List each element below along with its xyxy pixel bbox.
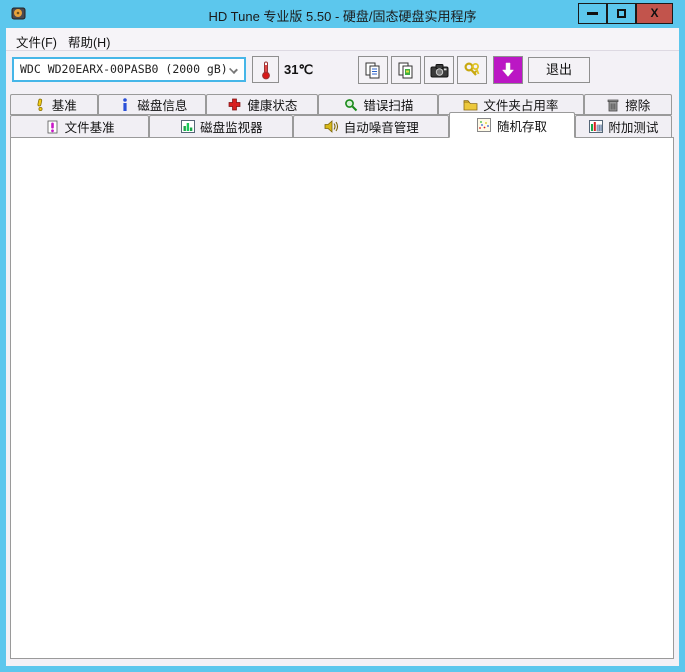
tab-label: 自动噪音管理: [343, 121, 419, 135]
update-button[interactable]: [493, 56, 523, 84]
tab-label: 文件基准: [64, 121, 115, 135]
screenshot-button[interactable]: [424, 56, 454, 84]
tab-health[interactable]: 健康状态: [206, 94, 319, 115]
extra-tests-icon: [588, 120, 603, 134]
disk-monitor-icon: [180, 120, 195, 134]
copy-image-icon: [398, 62, 413, 79]
tab-row-2: 文件基准 磁盘监视器 自动噪音管理 随机存取 附加测试: [10, 112, 672, 138]
tab-file-benchmark[interactable]: 文件基准: [10, 115, 150, 138]
menu-bar: 文件(F) 帮助(H): [6, 28, 679, 51]
tab-label: 磁盘信息: [137, 99, 188, 113]
drive-select-value: WDC WD20EARX-00PASB0 (2000 gB): [20, 62, 228, 76]
exit-button[interactable]: 退出: [528, 57, 590, 83]
random-access-panel: [10, 137, 674, 659]
camera-icon: [430, 63, 448, 77]
down-arrow-icon: [501, 62, 515, 77]
benchmark-icon: [32, 98, 47, 112]
file-benchmark-icon: [45, 120, 60, 134]
drive-select[interactable]: WDC WD20EARX-00PASB0 (2000 gB): [12, 57, 246, 82]
tab-label: 擦除: [625, 99, 651, 113]
menu-file[interactable]: 文件(F): [16, 32, 57, 51]
minimize-icon: [587, 12, 598, 16]
tab-label: 基准: [51, 99, 77, 113]
tab-aam[interactable]: 自动噪音管理: [293, 115, 450, 138]
maximize-icon: [617, 9, 626, 19]
tab-disk-monitor[interactable]: 磁盘监视器: [149, 115, 294, 138]
random-access-icon: [477, 118, 492, 132]
tab-disk-info[interactable]: 磁盘信息: [98, 94, 207, 115]
app-window: HD Tune 专业版 5.50 - 硬盘/固态硬盘实用程序 X 文件(F) 帮…: [0, 0, 685, 672]
menu-help[interactable]: 帮助(H): [68, 32, 110, 51]
tab-label: 错误扫描: [363, 99, 414, 113]
tab-benchmark[interactable]: 基准: [10, 94, 99, 115]
temperature-button[interactable]: [252, 56, 279, 83]
copy-text-icon: [365, 62, 380, 79]
health-cross-icon: [227, 98, 242, 112]
copy-text-button[interactable]: [358, 56, 388, 84]
folder-icon: [463, 98, 478, 112]
tab-random-access[interactable]: 随机存取: [449, 112, 575, 138]
tab-extra-tests[interactable]: 附加测试: [574, 115, 672, 138]
tab-label: 附加测试: [608, 121, 659, 135]
magnifier-icon: [343, 98, 358, 112]
tab-label: 健康状态: [247, 99, 298, 113]
title-bar[interactable]: HD Tune 专业版 5.50 - 硬盘/固态硬盘实用程序 X: [0, 0, 685, 28]
tab-label: 磁盘监视器: [200, 121, 263, 135]
keys-icon: [464, 62, 480, 76]
info-icon: [117, 98, 132, 112]
thermometer-icon: [261, 61, 270, 79]
options-button[interactable]: [457, 56, 487, 84]
maximize-button[interactable]: [607, 3, 636, 24]
tab-erase[interactable]: 擦除: [583, 94, 673, 115]
chevron-down-icon: [229, 65, 238, 74]
copy-image-button[interactable]: [391, 56, 421, 84]
trash-icon: [605, 98, 620, 112]
speaker-icon: [324, 120, 339, 134]
tab-error-scan[interactable]: 错误扫描: [318, 94, 439, 115]
close-icon: X: [650, 6, 659, 20]
minimize-button[interactable]: [578, 3, 607, 24]
tab-label: 随机存取: [496, 119, 547, 134]
close-button[interactable]: X: [636, 3, 673, 24]
temperature-value: 31℃: [284, 62, 314, 77]
